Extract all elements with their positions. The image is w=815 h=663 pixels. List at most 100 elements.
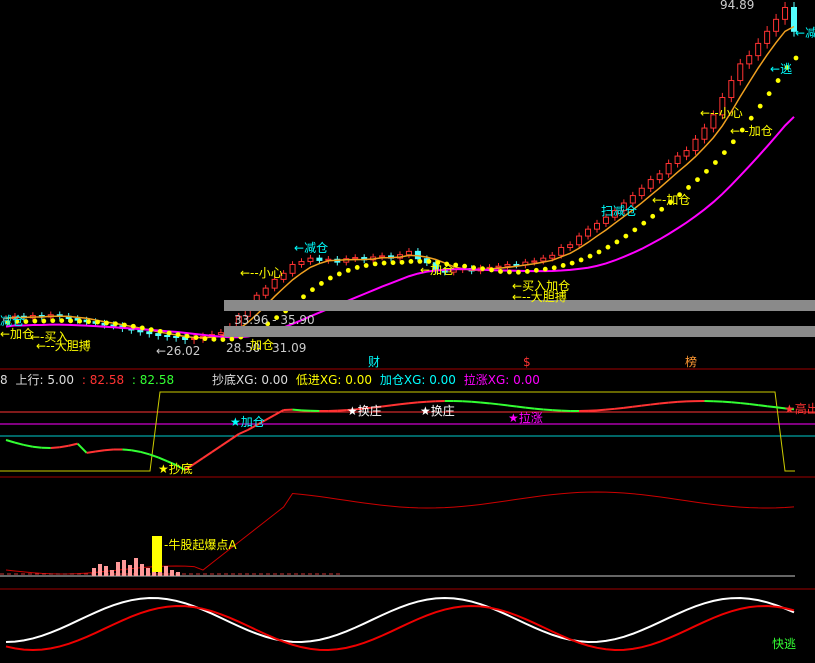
trend-dot [793, 55, 799, 61]
candle-body [576, 235, 583, 246]
volume-bar [122, 560, 126, 576]
signal-label-reduce: 减仓 [0, 314, 25, 328]
oscillator-segment [202, 451, 213, 459]
candle-body [271, 278, 278, 289]
bottom-signal-label: 快逃 [772, 637, 797, 651]
oscillator-segment [381, 404, 392, 408]
indicator-lazhang: 拉涨XG: 0.00 [463, 373, 540, 387]
indicator-jiacang: 加仓XG: 0.00 [379, 373, 456, 387]
trend-dot [498, 269, 503, 274]
trend-dot [32, 318, 38, 324]
candle-body [298, 261, 305, 265]
low-price-marker: ←26.02 [156, 344, 201, 358]
oscillator-segment [390, 403, 401, 407]
trend-dot [713, 160, 718, 165]
candle-body [155, 333, 162, 336]
signal-label-bold: ←--大胆搏 [36, 339, 91, 353]
volume-bar [164, 566, 168, 576]
trend-dot [516, 269, 521, 275]
volume-bars [0, 491, 795, 577]
signal-label-add-3: ←-加仓 [652, 193, 691, 207]
candle-body [262, 287, 269, 296]
trend-dot [686, 185, 691, 190]
indicator-prefix: 8 [0, 373, 8, 387]
indicator-up-value: 上行: 5.00 [15, 373, 75, 387]
oscillator-segment [650, 402, 660, 406]
trend-dot [23, 319, 29, 324]
oscillator-segment [749, 403, 759, 407]
candle-body [782, 6, 789, 20]
trend-dot [489, 267, 494, 273]
trend-dot [551, 265, 557, 271]
trend-dot [327, 275, 333, 281]
trend-dot [113, 321, 118, 327]
trend-dot [390, 260, 396, 266]
oscillator-segment [68, 442, 78, 447]
event-marker-money[interactable]: $ [523, 355, 531, 369]
oscillator-segment [534, 407, 544, 411]
trend-dot [122, 322, 127, 328]
trend-dot [86, 319, 91, 325]
candle-body [764, 30, 771, 44]
signal-label-add: ←加仓 [0, 327, 35, 341]
oscillator-segment [632, 404, 642, 408]
trend-dot [730, 139, 736, 145]
trend-dot [623, 233, 629, 239]
candle-body [701, 127, 708, 140]
candle-body [674, 155, 681, 165]
trend-dot [748, 115, 754, 121]
candle-body [692, 138, 699, 152]
bottom-indicator-lines [5, 596, 795, 652]
candle-body [307, 257, 314, 263]
volume-bar [98, 564, 102, 576]
oscillator-segment [14, 441, 25, 446]
trend-dot [354, 265, 360, 270]
volume-bar [176, 572, 180, 576]
candle-body [755, 42, 762, 57]
candle-body [585, 228, 592, 237]
signal-label-add-4: ←--加仓 [730, 124, 773, 138]
trend-dot [507, 269, 512, 275]
candle-body [647, 179, 654, 189]
oscillator-segment [614, 406, 624, 410]
trend-dot [211, 336, 217, 342]
event-marker-rank[interactable]: 榜 [685, 355, 697, 369]
osc-label-switch-2: ★换庄 [420, 404, 455, 418]
signal-label-reduce-2: ←减仓 [294, 241, 329, 255]
trend-dot [193, 335, 199, 340]
oscillator-segment [677, 400, 687, 403]
oscillator-segment [596, 408, 607, 412]
signal-label-sweep-reduce: 扫减仓 [601, 204, 638, 218]
oscillator-segment [668, 400, 678, 404]
candle-body [289, 263, 296, 274]
candle-body [629, 195, 636, 204]
trend-dot [524, 269, 530, 274]
osc-label-pull: ★拉涨 [508, 411, 543, 425]
osc-label-add: ★加仓 [230, 415, 265, 429]
trend-dot [569, 260, 575, 266]
candle-body [737, 63, 744, 82]
candle-body [379, 255, 386, 258]
oscillator-segment [722, 400, 732, 404]
trend-dot [766, 91, 772, 97]
osc-label-bottom: ★抄底 [158, 462, 193, 476]
oscillator-segment [337, 409, 347, 412]
signal-label-careful-2: ←--小心 [700, 106, 743, 120]
oscillator-segment [211, 445, 222, 453]
oscillator-segment [659, 401, 669, 405]
d-line [5, 604, 795, 652]
trend-dot [220, 337, 226, 342]
trend-dot [50, 318, 56, 324]
candle-body [504, 263, 511, 267]
oscillator-segment [543, 408, 553, 412]
oscillator-segment [59, 444, 69, 449]
volume-bar [104, 566, 108, 576]
volume-highlight-bar [152, 536, 162, 572]
trend-dot [175, 332, 181, 337]
event-marker-finance[interactable]: 财 [368, 355, 380, 369]
signal-label-careful: ←--小心 [240, 266, 283, 280]
signal-label-bold-2: ←--大胆搏 [512, 290, 567, 304]
candle-body [594, 222, 600, 230]
candle-body [602, 216, 609, 224]
trend-dot [560, 263, 566, 268]
